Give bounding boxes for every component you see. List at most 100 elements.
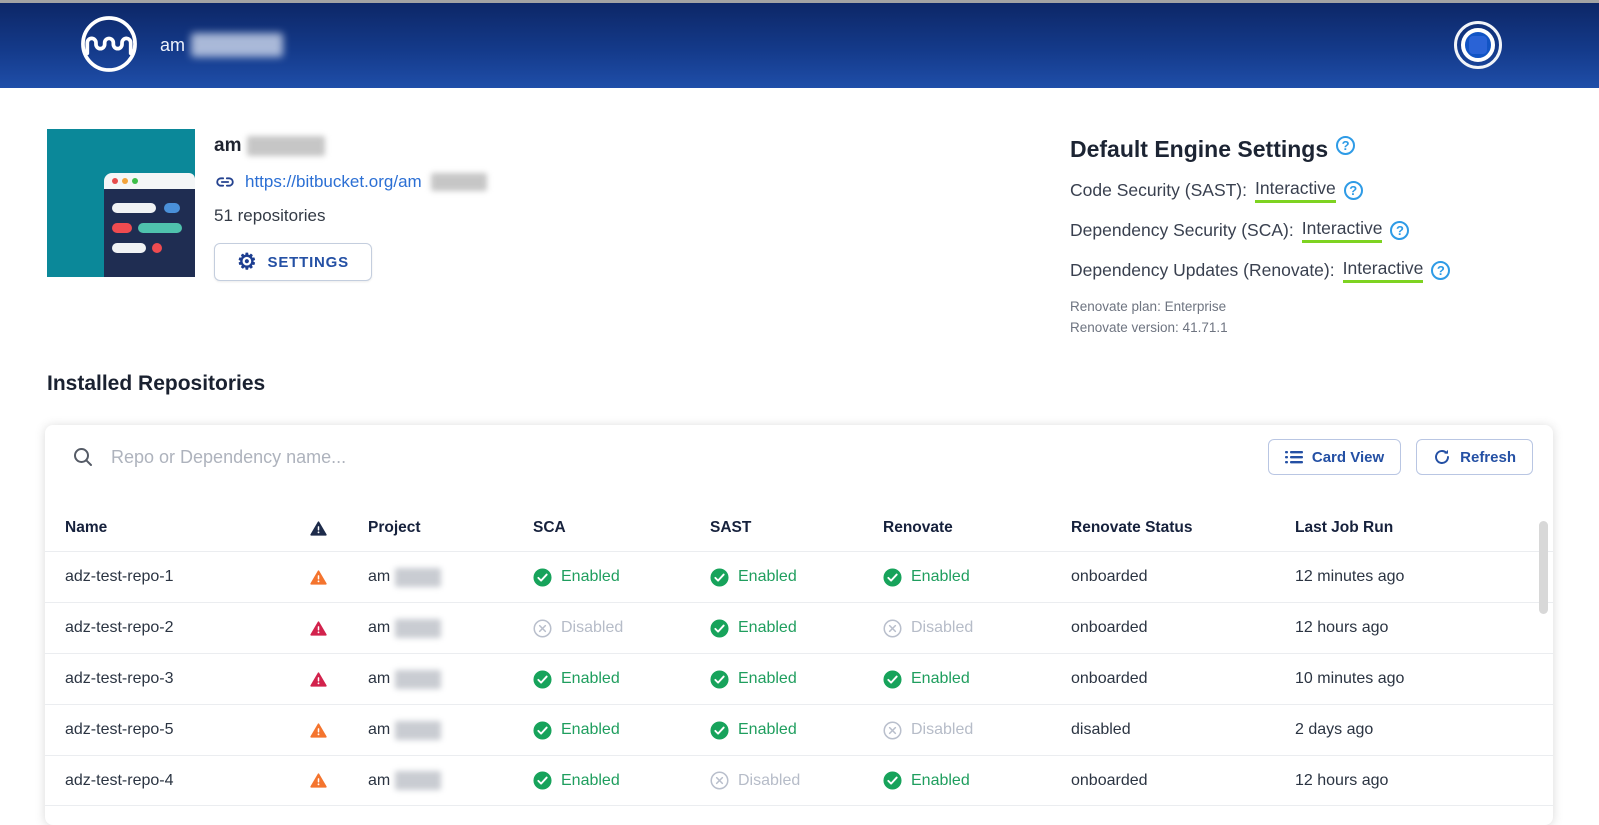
check-circle-icon: [710, 721, 729, 740]
status-label: Enabled: [911, 568, 970, 586]
sast-status-cell: Enabled: [710, 568, 883, 587]
sca-status-cell: Disabled: [533, 619, 710, 638]
repositories-card: Card View Refresh Name Project SCA SAST …: [45, 425, 1553, 825]
navbar: am: [0, 3, 1599, 88]
table-row[interactable]: adz-test-repo-1 am Enab: [45, 551, 1553, 602]
user-avatar-ring: [1461, 28, 1495, 62]
warning-triangle-icon[interactable]: [310, 672, 327, 687]
renovate-plan: Renovate plan: Enterprise: [1070, 297, 1590, 318]
table-row[interactable]: adz-test-repo-5 am Enab: [45, 704, 1553, 755]
sast-status-cell: Disabled: [710, 771, 883, 790]
navbar-org-name[interactable]: am: [160, 33, 283, 57]
alerts-column-icon[interactable]: [310, 521, 327, 536]
redacted-text: [191, 33, 283, 57]
check-circle-icon: [533, 670, 552, 689]
check-circle-icon: [883, 670, 902, 689]
last-job-run-cell: 12 minutes ago: [1295, 568, 1553, 586]
search-input[interactable]: [95, 447, 1268, 468]
status-label: Enabled: [911, 772, 970, 790]
last-job-run-cell: 10 minutes ago: [1295, 670, 1553, 688]
sca-status-cell: Enabled: [533, 771, 710, 790]
org-avatar-image: [47, 129, 195, 277]
engine-settings-title-label: Default Engine Settings: [1070, 136, 1328, 163]
list-view-icon: [1285, 449, 1303, 465]
status-label: Disabled: [738, 772, 800, 790]
search-icon: [71, 445, 95, 469]
setting-label: Dependency Updates (Renovate):: [1070, 260, 1335, 281]
redacted-text: [395, 670, 441, 689]
org-url-link[interactable]: https://bitbucket.org/am: [245, 172, 422, 192]
engine-setting-sast: Code Security (SAST): Interactive ?: [1070, 178, 1590, 203]
table-row[interactable]: adz-test-repo-2 am Disa: [45, 602, 1553, 653]
help-icon[interactable]: ?: [1390, 221, 1409, 240]
renovate-status-cell: Enabled: [883, 670, 1071, 689]
renovate-onboard-status-cell: onboarded: [1071, 670, 1295, 688]
warning-triangle-icon[interactable]: [310, 621, 327, 636]
repo-name-cell[interactable]: adz-test-repo-3: [65, 670, 290, 688]
cross-circle-icon: [883, 619, 902, 638]
help-icon[interactable]: ?: [1431, 261, 1450, 280]
card-view-label: Card View: [1312, 449, 1384, 466]
col-header-sca[interactable]: SCA: [533, 519, 710, 537]
setting-label: Dependency Security (SCA):: [1070, 220, 1294, 241]
check-circle-icon: [710, 670, 729, 689]
col-header-renovate[interactable]: Renovate: [883, 519, 1071, 537]
org-name-label: am: [214, 135, 241, 157]
org-name: am: [214, 135, 487, 157]
settings-button[interactable]: ⚙ SETTINGS: [214, 243, 372, 281]
col-header-project[interactable]: Project: [346, 519, 533, 537]
setting-value-link[interactable]: Interactive: [1343, 258, 1424, 283]
settings-button-label: SETTINGS: [268, 254, 349, 271]
warning-triangle-icon[interactable]: [310, 773, 327, 788]
refresh-button[interactable]: Refresh: [1416, 439, 1533, 475]
status-label: Enabled: [911, 670, 970, 688]
engine-setting-renovate: Dependency Updates (Renovate): Interacti…: [1070, 258, 1590, 283]
mend-logo-icon[interactable]: [78, 13, 140, 75]
sca-status-cell: Enabled: [533, 721, 710, 740]
project-cell: am: [346, 771, 533, 790]
repo-name-cell[interactable]: adz-test-repo-1: [65, 568, 290, 586]
project-label: am: [368, 619, 390, 637]
status-label: Enabled: [738, 670, 797, 688]
engine-settings-title: Default Engine Settings ?: [1070, 136, 1590, 163]
renovate-version: Renovate version: 41.71.1: [1070, 318, 1590, 339]
warning-triangle-icon[interactable]: [310, 723, 327, 738]
vertical-scrollbar[interactable]: [1539, 521, 1548, 614]
help-icon[interactable]: ?: [1336, 136, 1355, 155]
check-circle-icon: [883, 568, 902, 587]
repo-name-cell[interactable]: adz-test-repo-2: [65, 619, 290, 637]
repo-name-cell[interactable]: adz-test-repo-5: [65, 721, 290, 739]
check-circle-icon: [533, 568, 552, 587]
user-avatar[interactable]: [1454, 21, 1502, 69]
refresh-icon: [1433, 448, 1451, 466]
table-row[interactable]: adz-test-repo-3 am Enab: [45, 653, 1553, 704]
col-header-sast[interactable]: SAST: [710, 519, 883, 537]
status-label: Enabled: [561, 772, 620, 790]
renovate-status-cell: Enabled: [883, 771, 1071, 790]
renovate-onboard-status-cell: onboarded: [1071, 568, 1295, 586]
renovate-onboard-status-cell: onboarded: [1071, 619, 1295, 637]
renovate-status-cell: Disabled: [883, 619, 1071, 638]
status-label: Enabled: [738, 721, 797, 739]
check-circle-icon: [533, 771, 552, 790]
status-label: Enabled: [561, 568, 620, 586]
redacted-text: [247, 136, 325, 156]
profile-section: am https://bitbucket.org/am 51 repositor…: [0, 88, 1599, 388]
card-view-button[interactable]: Card View: [1268, 439, 1401, 475]
setting-value-link[interactable]: Interactive: [1255, 178, 1336, 203]
col-header-name[interactable]: Name: [65, 519, 290, 537]
col-header-renovate-status[interactable]: Renovate Status: [1071, 519, 1295, 537]
sast-status-cell: Enabled: [710, 619, 883, 638]
help-icon[interactable]: ?: [1344, 181, 1363, 200]
table-body: adz-test-repo-1 am Enab: [45, 551, 1553, 806]
warning-triangle-icon[interactable]: [310, 570, 327, 585]
setting-value-link[interactable]: Interactive: [1302, 218, 1383, 243]
col-header-last-job-run[interactable]: Last Job Run: [1295, 519, 1553, 537]
table-row[interactable]: adz-test-repo-4 am Enab: [45, 755, 1553, 806]
code-window-illustration: [104, 173, 195, 277]
repo-name-cell[interactable]: adz-test-repo-4: [65, 772, 290, 790]
check-circle-icon: [710, 568, 729, 587]
refresh-label: Refresh: [1460, 449, 1516, 466]
default-engine-settings: Default Engine Settings ? Code Security …: [1070, 136, 1590, 339]
sca-status-cell: Enabled: [533, 568, 710, 587]
